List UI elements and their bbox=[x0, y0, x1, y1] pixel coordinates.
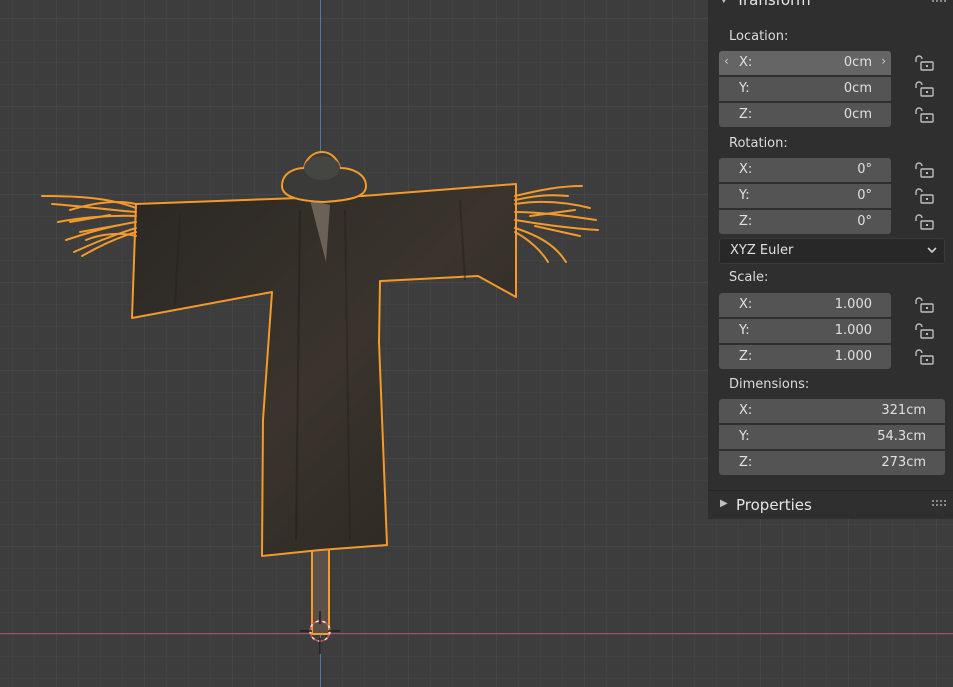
unlocked-padlock-icon[interactable] bbox=[913, 55, 935, 71]
unlocked-padlock-icon[interactable] bbox=[913, 297, 935, 313]
unlocked-padlock-icon[interactable] bbox=[913, 107, 935, 123]
location-y-field[interactable]: Y: 0cm bbox=[719, 77, 891, 101]
scarecrow-object[interactable] bbox=[0, 0, 708, 687]
unlocked-padlock-icon[interactable] bbox=[913, 349, 935, 365]
transform-panel-header[interactable]: ▼ Transform bbox=[708, 0, 953, 11]
increment-arrow-icon[interactable]: › bbox=[881, 54, 886, 68]
transform-header-label: Transform bbox=[736, 0, 811, 9]
location-x-field[interactable]: ‹ X: 0cm › bbox=[719, 51, 891, 75]
rotation-x-field[interactable]: X: 0° bbox=[719, 158, 891, 182]
chevron-down-icon bbox=[927, 247, 937, 254]
properties-header-label: Properties bbox=[736, 496, 812, 514]
dimensions-label: Dimensions: bbox=[729, 377, 810, 392]
unlocked-padlock-icon[interactable] bbox=[913, 323, 935, 339]
scale-z-field[interactable]: Z: 1.000 bbox=[719, 345, 891, 369]
unlocked-padlock-icon[interactable] bbox=[913, 214, 935, 230]
unlocked-padlock-icon[interactable] bbox=[913, 81, 935, 97]
dimensions-x-field[interactable]: X: 321cm bbox=[719, 399, 945, 423]
dimensions-y-field[interactable]: Y: 54.3cm bbox=[719, 425, 945, 449]
straw-right bbox=[514, 185, 599, 263]
scale-y-field[interactable]: Y: 1.000 bbox=[719, 319, 891, 343]
rotation-mode-select[interactable]: XYZ Euler bbox=[719, 238, 945, 264]
dimensions-z-field[interactable]: Z: 273cm bbox=[719, 451, 945, 475]
unlocked-padlock-icon[interactable] bbox=[913, 162, 935, 178]
rotation-z-field[interactable]: Z: 0° bbox=[719, 210, 891, 234]
drag-grip-icon[interactable] bbox=[932, 500, 946, 506]
location-z-field[interactable]: Z: 0cm bbox=[719, 103, 891, 127]
decrement-arrow-icon[interactable]: ‹ bbox=[724, 54, 729, 68]
location-label: Location: bbox=[729, 29, 789, 44]
rotation-label: Rotation: bbox=[729, 136, 788, 151]
collapse-triangle-icon: ▼ bbox=[720, 0, 728, 5]
scale-label: Scale: bbox=[729, 270, 769, 285]
expand-triangle-icon: ▶ bbox=[720, 498, 728, 509]
straw-left bbox=[41, 195, 137, 257]
rotation-y-field[interactable]: Y: 0° bbox=[719, 184, 891, 208]
unlocked-padlock-icon[interactable] bbox=[913, 188, 935, 204]
properties-panel-header[interactable]: ▶ Properties bbox=[708, 490, 953, 519]
drag-grip-icon[interactable] bbox=[932, 0, 946, 6]
scale-x-field[interactable]: X: 1.000 bbox=[719, 293, 891, 317]
